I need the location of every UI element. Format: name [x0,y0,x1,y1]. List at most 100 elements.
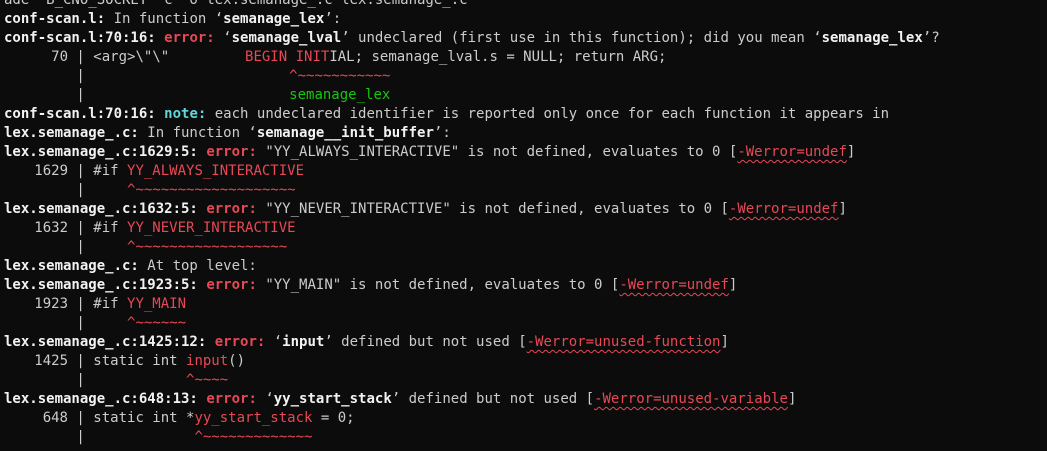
caret-indent [85,239,127,255]
gutter-bar: | [68,296,94,312]
source-code: #if [93,220,128,236]
quote-open: ‘ [223,30,232,46]
error-message: ’ defined but not used [ [391,391,595,407]
source-code: static int [93,353,187,369]
caret-line: | ^~~~~~~~~~~~~~~~~~~~ [4,181,1047,200]
error-line: conf-scan.l:70:16: error: ‘semanage_lval… [4,29,1047,48]
context-text: At top level: [138,258,257,274]
highlighted-code: BEGIN INIT [245,49,330,65]
error-location: conf-scan.l:70:16: [4,30,156,46]
note-message: each undeclared identifier is reported o… [206,106,890,122]
terminal-line-cutoff: ade B_CNO_SOCKET c o lex.semanage_.c lex… [4,0,1047,10]
fixit-suggestion: semanage_lex [289,87,391,103]
file-location: conf-scan.l: [4,11,106,27]
warning-flag-link[interactable]: -Werror=undef [737,144,847,160]
caret-marks: ^~~~~~~ [127,315,187,331]
gutter-bar: | [68,429,85,445]
error-location: lex.semanage_.c:1425:12: [4,334,207,350]
error-location: lex.semanage_.c:648:13: [4,391,198,407]
gutter-bar: | [68,49,94,65]
error-keyword: error: [206,391,257,407]
caret-line: | ^~~~~~~~~~~~ [4,67,1047,86]
warning-flag-link[interactable]: -Werror=undef [729,201,839,217]
note-line: conf-scan.l:70:16: note: each undeclared… [4,105,1047,124]
error-location: lex.semanage_.c:1629:5: [4,144,198,160]
gutter-bar: | [68,353,94,369]
caret-marks: ^~~~~~~~~~~~~~~~~~~~ [127,182,296,198]
warning-flag-link[interactable]: -Werror=unused-variable [594,391,788,407]
quote-open: ‘ [256,391,274,407]
source-code: <arg>\"\" [93,49,246,65]
line-number: 1425 [34,353,68,369]
caret-indent [85,372,186,388]
highlighted-code: yy_start_stack [194,410,313,426]
caret-line: | ^~~~~~~~~~~~~~ [4,428,1047,447]
error-end: ] [720,334,729,350]
highlighted-code: input [186,353,229,369]
source-line: 1629 | #if YY_ALWAYS_INTERACTIVE [4,162,1047,181]
error-end: ] [846,144,856,160]
highlighted-code: YY_MAIN [127,296,187,312]
gutter-bar: | [68,372,85,388]
warning-flag-link[interactable]: -Werror=unused-function [527,334,721,350]
source-code-rest: IAL; semanage_lval.s = NULL; return ARG; [329,49,667,65]
source-line: 70 | <arg>\"\" BEGIN INITIAL; semanage_l… [4,48,1047,67]
error-location: lex.semanage_.c:1632:5: [4,201,198,217]
error-line: lex.semanage_.c:1632:5: error: "YY_NEVER… [4,200,1047,219]
line-number: 1923 [34,296,68,312]
gutter-bar: | [68,410,94,426]
highlighted-code: YY_ALWAYS_INTERACTIVE [127,163,305,179]
caret-marks: ^~~~~~~~~~~~ [289,68,391,84]
error-keyword: error: [206,144,257,160]
fixit-line: | semanage_lex [4,86,1047,105]
highlighted-code: YY_NEVER_INTERACTIVE [127,220,296,236]
cutoff-text: ade B_CNO_SOCKET c o lex.semanage_.c lex… [4,0,468,8]
source-line: 648 | static int *yy_start_stack = 0; [4,409,1047,428]
gutter-bar: | [68,239,85,255]
terminal-window[interactable]: ade B_CNO_SOCKET c o lex.semanage_.c lex… [0,0,1047,451]
error-end: ] [787,391,797,407]
caret-marks: ^~~~~~~~~~~~~~ [194,429,313,445]
line-number: 1629 [34,163,68,179]
error-keyword: error: [214,334,266,350]
top-level-context-line: lex.semanage_.c: At top level: [4,257,1047,276]
error-keyword: error: [206,201,257,217]
function-context-line: conf-scan.l: In function ‘semanage_lex’: [4,10,1047,29]
source-code: static int * [93,410,195,426]
identifier: semanage_lval [231,30,342,46]
source-code-rest: () [228,353,246,369]
caret-indent [85,315,127,331]
error-keyword: error: [164,30,215,46]
source-code-rest: = 0; [312,410,355,426]
gutter-bar: | [68,68,85,84]
caret-line: | ^~~~~ [4,371,1047,390]
caret-indent [85,68,169,84]
error-location: lex.semanage_.c:1923:5: [4,277,198,293]
caret-line: | ^~~~~~~ [4,314,1047,333]
line-number: 70 [51,49,68,65]
context-end: ’: [433,125,451,141]
note-location: conf-scan.l:70:16: [4,106,156,122]
suggestion: semanage_lex [821,30,923,46]
caret-marks: ^~~~~~~~~~~~~~~~~~~ [127,239,288,255]
error-line: lex.semanage_.c:1629:5: error: "YY_ALWAY… [4,143,1047,162]
source-code: #if [93,296,128,312]
error-message: "YY_ALWAYS_INTERACTIVE" is not defined, … [256,144,738,160]
gutter-bar: | [68,182,85,198]
source-code: #if [93,163,128,179]
file-location: lex.semanage_.c: [4,258,139,274]
caret-indent [85,429,195,445]
gutter-bar: | [68,163,94,179]
function-context-line: lex.semanage_.c: In function ‘semanage__… [4,124,1047,143]
line-number: 648 [42,410,68,426]
caret-indent [85,182,127,198]
function-name: semanage_lex [223,11,325,27]
identifier: input [282,334,325,350]
error-end: ’? [922,30,940,46]
error-line: lex.semanage_.c:1923:5: error: "YY_MAIN"… [4,276,1047,295]
warning-flag-link[interactable]: -Werror=undef [619,277,729,293]
function-name: semanage__init_buffer [256,125,434,141]
error-message: "YY_NEVER_INTERACTIVE" is not defined, e… [256,201,729,217]
quote-open: ‘ [265,334,283,350]
error-message: ’ undeclared (first use in this function… [341,30,822,46]
